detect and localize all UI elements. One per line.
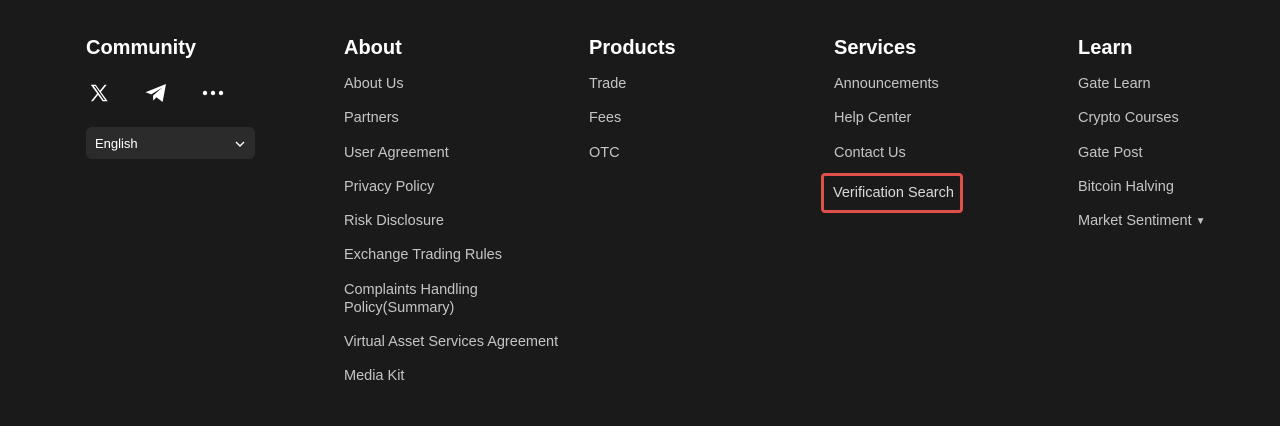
link-risk-disclosure[interactable]: Risk Disclosure	[344, 212, 574, 230]
language-select[interactable]: English	[86, 127, 255, 159]
about-links: About Us Partners User Agreement Privacy…	[344, 75, 574, 385]
link-announcements[interactable]: Announcements	[834, 75, 1034, 93]
link-privacy-policy[interactable]: Privacy Policy	[344, 178, 574, 196]
link-crypto-courses[interactable]: Crypto Courses	[1078, 109, 1268, 127]
link-virtual-asset-services-agreement[interactable]: Virtual Asset Services Agreement	[344, 333, 574, 351]
link-user-agreement[interactable]: User Agreement	[344, 144, 574, 162]
x-icon[interactable]	[86, 80, 112, 106]
link-verification-search[interactable]: Verification Search	[821, 172, 963, 213]
about-heading: About	[344, 37, 402, 59]
about-column: About About Us Partners User Agreement P…	[344, 36, 574, 402]
link-contact-us[interactable]: Contact Us	[834, 144, 1034, 162]
link-complaints-handling-policy[interactable]: Complaints Handling Policy(Summary)	[344, 281, 494, 317]
learn-heading: Learn	[1078, 37, 1133, 59]
link-partners[interactable]: Partners	[344, 109, 574, 127]
link-trade[interactable]: Trade	[589, 75, 789, 93]
chevron-down-icon	[235, 134, 245, 152]
link-bitcoin-halving[interactable]: Bitcoin Halving	[1078, 178, 1268, 196]
products-links: Trade Fees OTC	[589, 75, 789, 162]
link-exchange-trading-rules[interactable]: Exchange Trading Rules	[344, 246, 574, 264]
link-gate-learn[interactable]: Gate Learn	[1078, 75, 1268, 93]
services-links: Announcements Help Center Contact Us Ver…	[821, 75, 1034, 229]
language-select-value: English	[95, 135, 138, 151]
more-icon[interactable]	[200, 80, 226, 106]
community-column: Community English	[86, 36, 286, 159]
telegram-icon[interactable]	[143, 80, 169, 106]
link-media-kit[interactable]: Media Kit	[344, 367, 574, 385]
community-heading: Community	[86, 37, 196, 59]
link-help-center[interactable]: Help Center	[834, 109, 1034, 127]
link-gate-post[interactable]: Gate Post	[1078, 144, 1268, 162]
social-links	[86, 78, 286, 108]
services-column: Services Announcements Help Center Conta…	[821, 36, 1034, 229]
link-fees[interactable]: Fees	[589, 109, 789, 127]
market-sentiment-label: Market Sentiment	[1078, 213, 1192, 230]
learn-links: Gate Learn Crypto Courses Gate Post Bitc…	[1078, 75, 1268, 231]
products-heading: Products	[589, 37, 676, 59]
link-about-us[interactable]: About Us	[344, 75, 574, 93]
learn-column: Learn Gate Learn Crypto Courses Gate Pos…	[1078, 36, 1268, 247]
products-column: Products Trade Fees OTC	[589, 36, 789, 178]
caret-down-icon: ▼	[1195, 216, 1206, 228]
services-heading: Services	[834, 37, 917, 59]
link-market-sentiment[interactable]: Market Sentiment ▼	[1078, 212, 1268, 231]
link-otc[interactable]: OTC	[589, 144, 789, 162]
